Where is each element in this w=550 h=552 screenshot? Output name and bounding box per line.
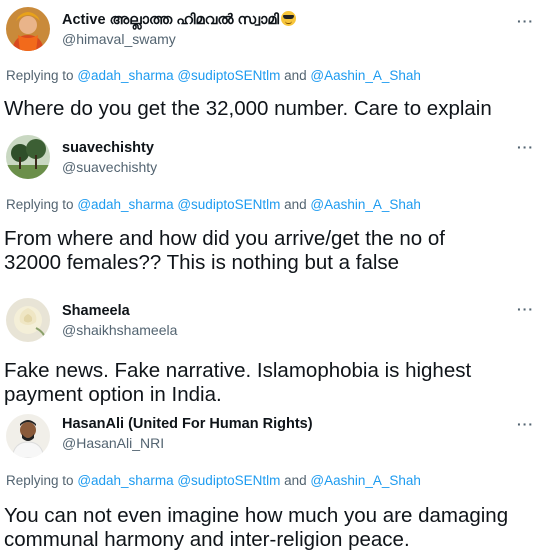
mention-link[interactable]: @Aashin_A_Shah [310,68,421,83]
replying-to-line: Replying to @adah_sharma @sudiptoSENtlm … [6,68,421,83]
user-handle[interactable]: @himaval_swamy [62,31,176,47]
avatar[interactable] [6,7,50,51]
display-name[interactable]: suavechishty [62,140,154,156]
more-options-icon[interactable]: ··· [517,301,534,317]
mention-link[interactable]: @Aashin_A_Shah [310,197,421,212]
replying-to-line: Replying to @adah_sharma @sudiptoSENtlm … [6,197,421,212]
tweet-text: Where do you get the 32,000 number. Care… [4,97,492,120]
mention-link[interactable]: @adah_sharma [77,473,173,488]
more-options-icon[interactable]: ··· [517,13,534,29]
replying-to-line: Replying to @adah_sharma @sudiptoSENtlm … [6,473,421,488]
avatar[interactable] [6,414,50,458]
avatar[interactable] [6,298,50,342]
mention-link[interactable]: @sudiptoSENtlm [177,68,280,83]
replying-to-label: Replying to [6,68,74,83]
user-handle[interactable]: @HasanAli_NRI [62,435,164,451]
display-name[interactable]: Shameela [62,303,130,319]
user-handle[interactable]: @suavechishty [62,159,157,175]
more-options-icon[interactable]: ··· [517,139,534,155]
and-label: and [284,197,307,212]
user-handle[interactable]: @shaikhshameela [62,322,177,338]
mention-link[interactable]: @adah_sharma [77,68,173,83]
replying-to-label: Replying to [6,197,74,212]
sunglasses-emoji-icon [281,11,296,26]
mention-link[interactable]: @sudiptoSENtlm [177,197,280,212]
and-label: and [284,68,307,83]
mention-link[interactable]: @Aashin_A_Shah [310,473,421,488]
mention-link[interactable]: @sudiptoSENtlm [177,473,280,488]
display-name[interactable]: HasanAli (United For Human Rights) [62,416,313,432]
tweet-text: From where and how did you arrive/get th… [4,227,445,274]
avatar[interactable] [6,135,50,179]
tweet-text: Fake news. Fake narrative. Islamophobia … [4,359,472,406]
more-options-icon[interactable]: ··· [517,416,534,432]
display-name-text: Active അല്ലാത്ത ഹിമവൽ സ്വാമി [62,12,279,28]
replying-to-label: Replying to [6,473,74,488]
tweet-text: You can not even imagine how much you ar… [4,504,509,551]
mention-link[interactable]: @adah_sharma [77,197,173,212]
and-label: and [284,473,307,488]
display-name[interactable]: Active അല്ലാത്ത ഹിമവൽ സ്വാമി [62,11,296,28]
